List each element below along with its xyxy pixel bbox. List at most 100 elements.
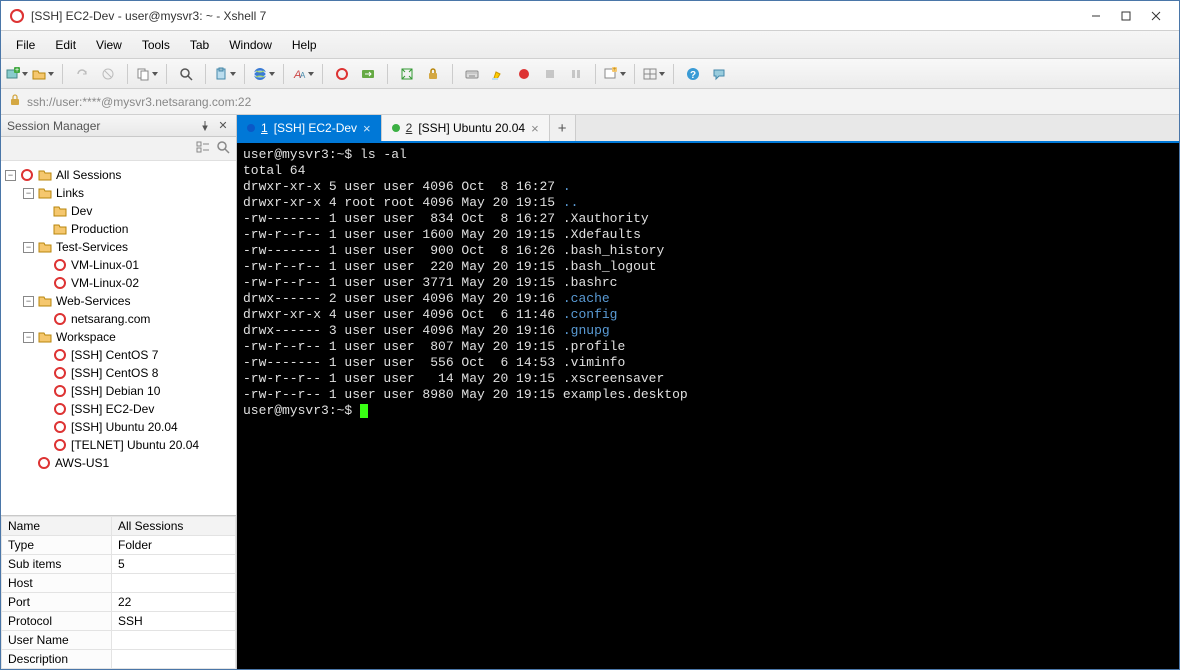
tree-label: Production: [71, 222, 128, 236]
prop-key: User Name: [2, 631, 112, 650]
view-mode-icon[interactable]: [196, 140, 210, 157]
tree-root[interactable]: − All Sessions: [3, 166, 234, 184]
menu-view[interactable]: View: [86, 35, 132, 55]
svg-text:A: A: [300, 71, 306, 80]
tree-item[interactable]: [SSH] Debian 10: [3, 382, 234, 400]
session-icon: [53, 420, 67, 434]
tree-item[interactable]: [SSH] CentOS 8: [3, 364, 234, 382]
menu-tools[interactable]: Tools: [132, 35, 180, 55]
session-tree[interactable]: − All Sessions − Links Dev Production: [1, 161, 236, 515]
menu-bar: File Edit View Tools Tab Window Help: [1, 31, 1179, 59]
help-button[interactable]: ?: [682, 63, 704, 85]
tree-label: [SSH] Ubuntu 20.04: [71, 420, 178, 434]
tree-label: Dev: [71, 204, 92, 218]
tree-label: VM-Linux-02: [71, 276, 139, 290]
lock-button[interactable]: [422, 63, 444, 85]
pause-button[interactable]: [565, 63, 587, 85]
tree-folder-links[interactable]: − Links: [3, 184, 234, 202]
toolbar: + AA + ?: [1, 59, 1179, 89]
session-icon: [53, 438, 67, 452]
title-bar: [SSH] EC2-Dev - user@mysvr3: ~ - Xshell …: [1, 1, 1179, 31]
prop-key: Port: [2, 593, 112, 612]
tab-close-icon[interactable]: ×: [531, 121, 539, 136]
tree-label: Web-Services: [56, 294, 130, 308]
tab-ec2-dev[interactable]: 1 [SSH] EC2-Dev ×: [237, 115, 382, 141]
tab-close-icon[interactable]: ×: [363, 121, 371, 136]
tree-item[interactable]: [SSH] EC2-Dev: [3, 400, 234, 418]
layout-button[interactable]: [643, 63, 665, 85]
menu-help[interactable]: Help: [282, 35, 327, 55]
properties-panel: NameAll Sessions TypeFolder Sub items5 H…: [1, 515, 236, 669]
tab-number: 2: [406, 121, 413, 135]
paste-button[interactable]: [214, 63, 236, 85]
menu-tab[interactable]: Tab: [180, 35, 219, 55]
pin-icon[interactable]: [198, 119, 212, 133]
fullscreen-button[interactable]: [396, 63, 418, 85]
tree-label: [SSH] EC2-Dev: [71, 402, 154, 416]
record-button[interactable]: [513, 63, 535, 85]
tree-item-aws[interactable]: AWS-US1: [3, 454, 234, 472]
tab-add-button[interactable]: +: [550, 115, 576, 141]
tree-item[interactable]: VM-Linux-02: [3, 274, 234, 292]
minimize-button[interactable]: [1081, 5, 1111, 27]
menu-edit[interactable]: Edit: [45, 35, 86, 55]
tree-folder-workspace[interactable]: − Workspace: [3, 328, 234, 346]
highlight-button[interactable]: [487, 63, 509, 85]
prop-val: 5: [112, 555, 236, 574]
tree-label: [TELNET] Ubuntu 20.04: [71, 438, 199, 452]
menu-window[interactable]: Window: [219, 35, 282, 55]
status-dot-icon: [392, 124, 400, 132]
new-window-button[interactable]: +: [604, 63, 626, 85]
tree-label: Workspace: [56, 330, 116, 344]
keyboard-button[interactable]: [461, 63, 483, 85]
prop-val: [112, 650, 236, 669]
prop-val: 22: [112, 593, 236, 612]
tree-item[interactable]: [SSH] Ubuntu 20.04: [3, 418, 234, 436]
new-session-button[interactable]: +: [6, 63, 28, 85]
tab-ubuntu[interactable]: 2 [SSH] Ubuntu 20.04 ×: [382, 115, 550, 141]
open-session-button[interactable]: [32, 63, 54, 85]
close-button[interactable]: [1141, 5, 1171, 27]
session-icon: [37, 456, 51, 470]
app-icon: [9, 8, 25, 24]
maximize-button[interactable]: [1111, 5, 1141, 27]
tab-label: [SSH] EC2-Dev: [274, 121, 357, 135]
disconnect-button[interactable]: [97, 63, 119, 85]
session-icon: [53, 276, 67, 290]
globe-button[interactable]: [253, 63, 275, 85]
terminal[interactable]: user@mysvr3:~$ ls -al total 64 drwxr-xr-…: [237, 143, 1179, 669]
prop-key: Description: [2, 650, 112, 669]
tab-label: [SSH] Ubuntu 20.04: [418, 121, 525, 135]
tree-label: Test-Services: [56, 240, 128, 254]
session-icon: [53, 366, 67, 380]
xshell-icon: [20, 168, 34, 182]
stop-button[interactable]: [539, 63, 561, 85]
tree-folder-test[interactable]: − Test-Services: [3, 238, 234, 256]
tree-item[interactable]: [TELNET] Ubuntu 20.04: [3, 436, 234, 454]
tree-item[interactable]: Dev: [3, 202, 234, 220]
tree-item[interactable]: netsarang.com: [3, 310, 234, 328]
xshell-button[interactable]: [331, 63, 353, 85]
session-icon: [53, 402, 67, 416]
panel-close-icon[interactable]: ✕: [216, 119, 230, 133]
tree-item[interactable]: Production: [3, 220, 234, 238]
folder-icon: [38, 186, 52, 200]
find-button[interactable]: [175, 63, 197, 85]
copy-button[interactable]: [136, 63, 158, 85]
xftp-button[interactable]: [357, 63, 379, 85]
prop-val: SSH: [112, 612, 236, 631]
session-manager-panel: Session Manager ✕ − All Sessions −: [1, 115, 237, 669]
session-manager-title: Session Manager: [7, 119, 100, 133]
reconnect-button[interactable]: [71, 63, 93, 85]
font-button[interactable]: AA: [292, 63, 314, 85]
tree-label: [SSH] CentOS 8: [71, 366, 158, 380]
tree-item[interactable]: [SSH] CentOS 7: [3, 346, 234, 364]
menu-file[interactable]: File: [6, 35, 45, 55]
tree-item[interactable]: VM-Linux-01: [3, 256, 234, 274]
address-bar[interactable]: ssh://user:****@mysvr3.netsarang.com:22: [1, 89, 1179, 115]
tree-folder-web[interactable]: − Web-Services: [3, 292, 234, 310]
search-icon[interactable]: [216, 140, 230, 157]
tab-number: 1: [261, 121, 268, 135]
prop-key: Host: [2, 574, 112, 593]
feedback-button[interactable]: [708, 63, 730, 85]
